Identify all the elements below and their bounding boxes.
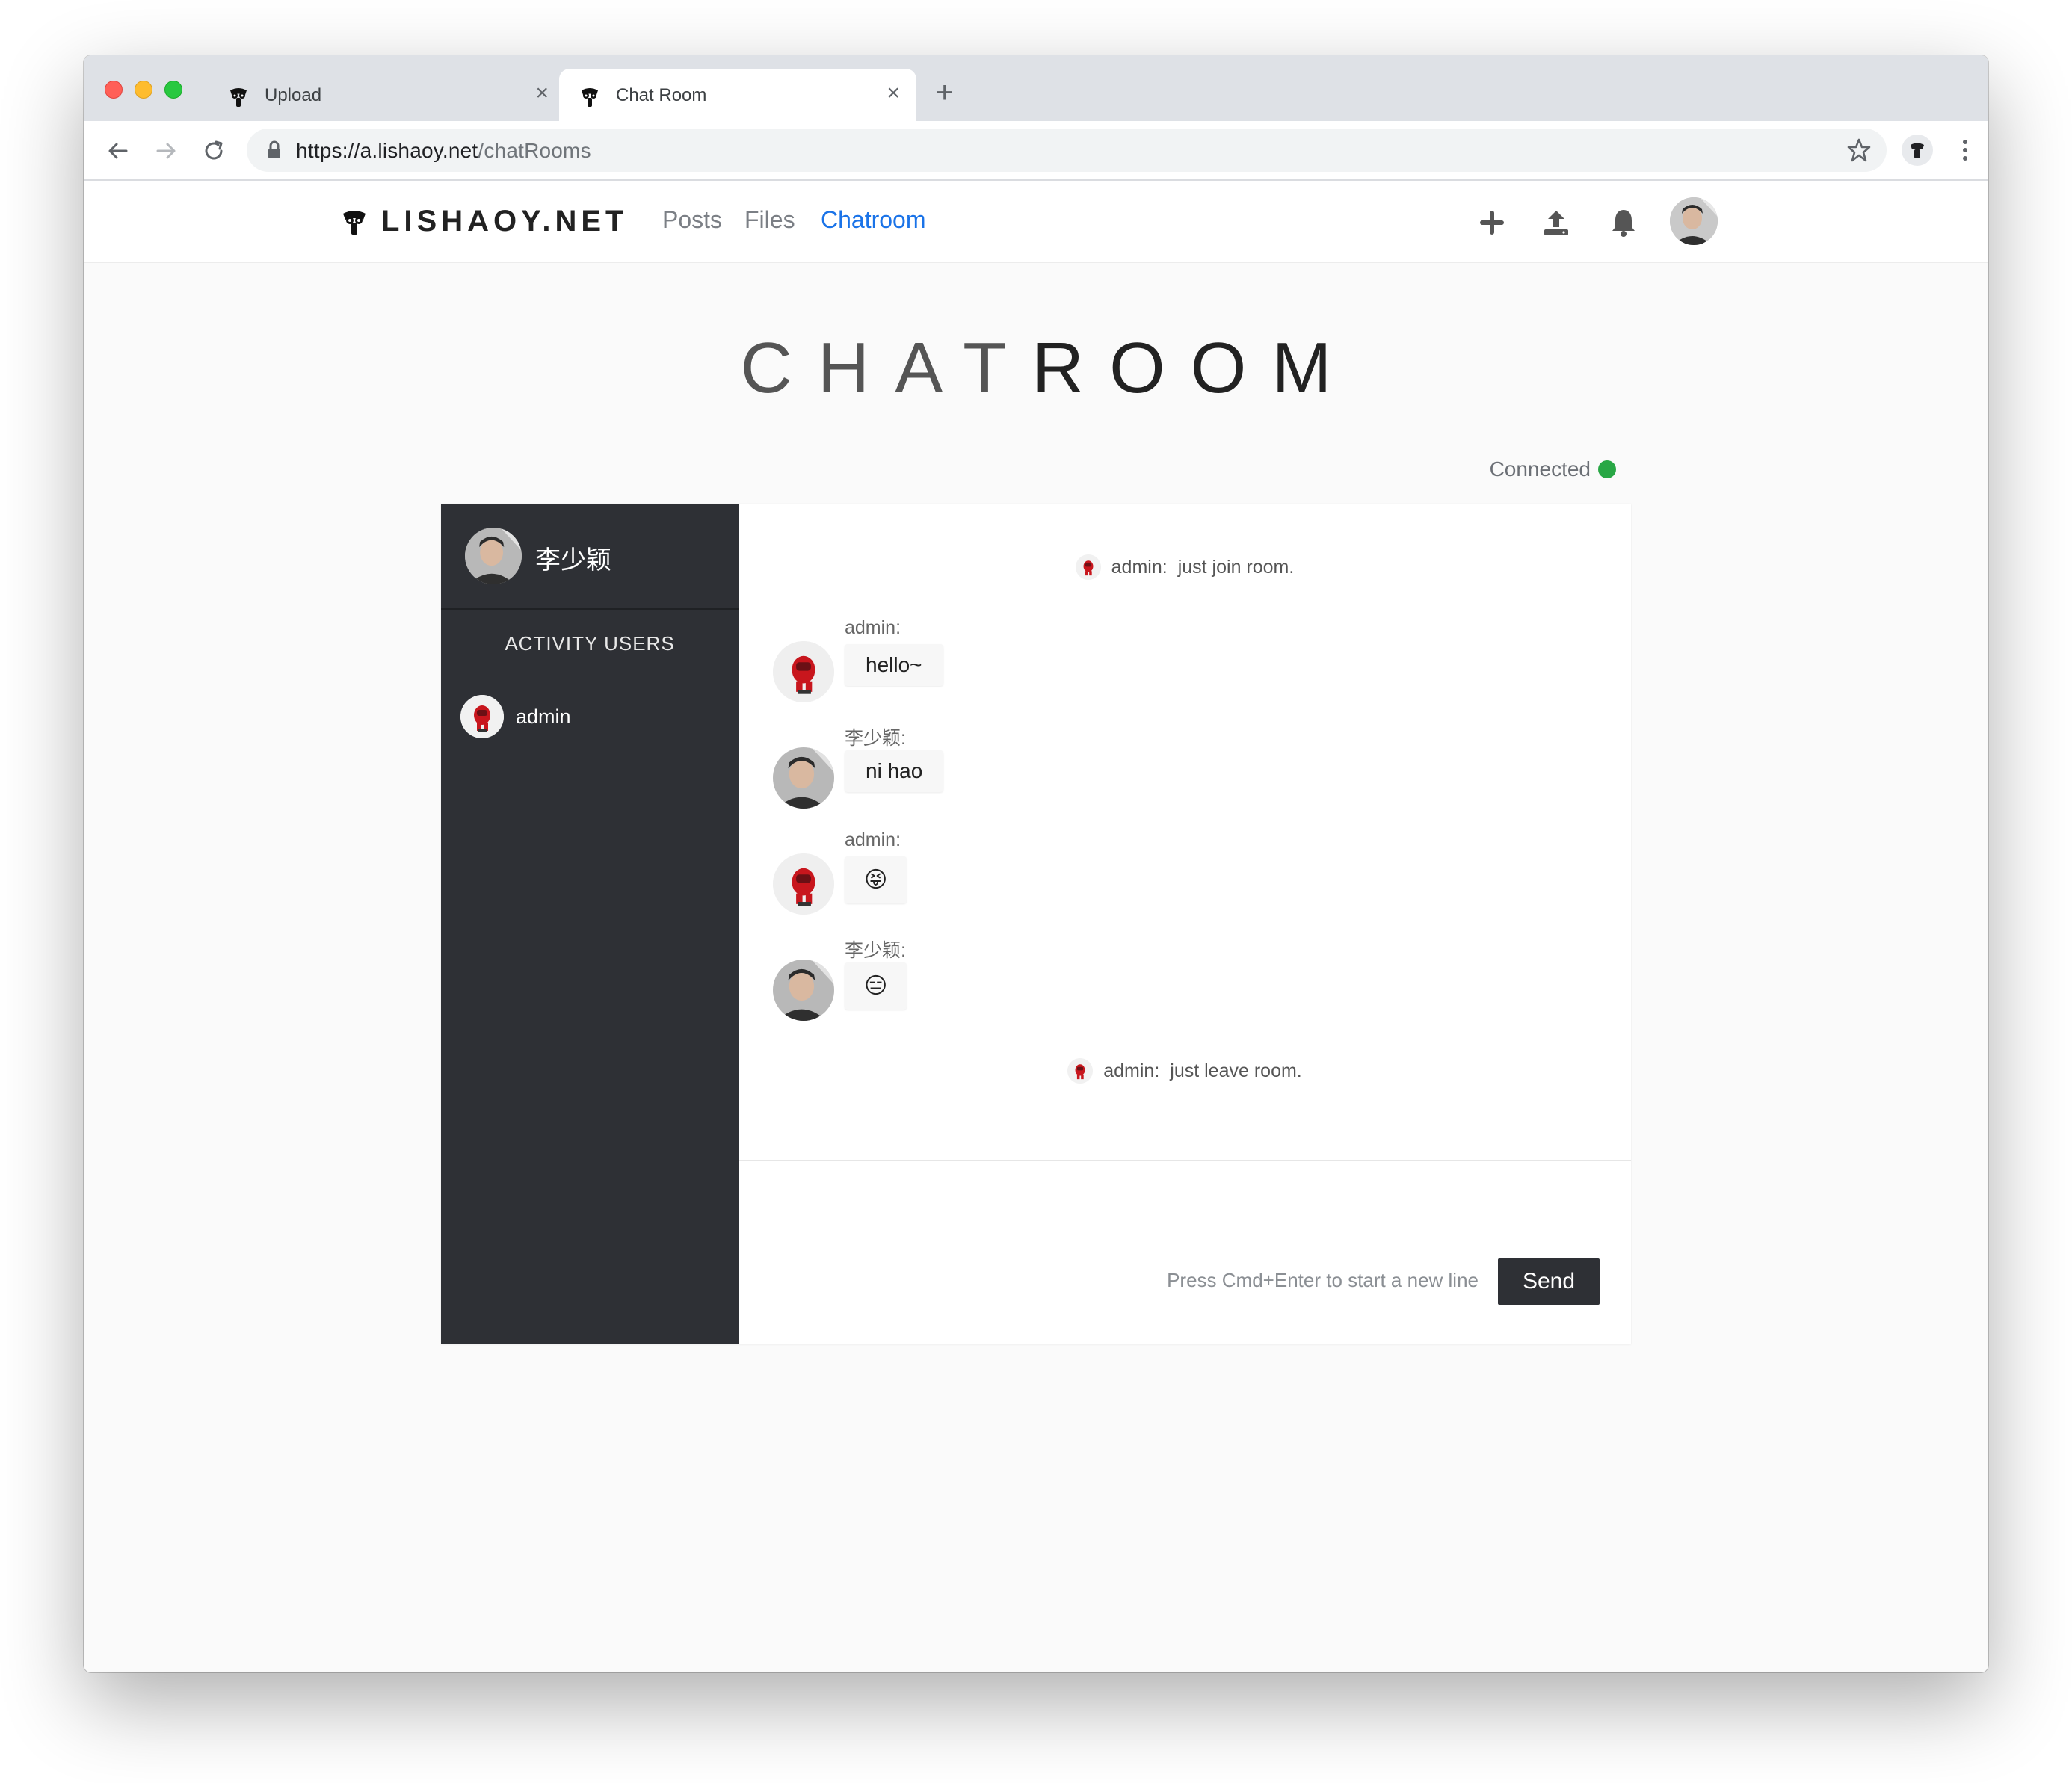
message-sender: 李少颖: <box>845 940 906 961</box>
brand-name[interactable]: LISHAOY.NET <box>381 205 628 238</box>
user-name: admin <box>516 705 571 728</box>
site-logo-icon <box>230 88 247 107</box>
system-message: admin: just leave room. <box>739 1058 1631 1084</box>
maximize-window-button[interactable] <box>164 81 182 99</box>
site-logo-icon <box>582 88 598 107</box>
sidebar: 李少颖 ACTIVITY USERS admin <box>441 504 739 1344</box>
browser-window: Upload × Chat Room × + https://a.lishaoy… <box>84 55 1988 1672</box>
bookmark-star-icon[interactable] <box>1846 137 1872 163</box>
avatar <box>773 641 834 702</box>
composer-hint: Press Cmd+Enter to start a new line <box>1167 1269 1479 1291</box>
message-bubble: hello~ <box>845 644 943 686</box>
arrow-left-icon <box>108 143 128 159</box>
message-sender: 李少颖: <box>845 728 906 749</box>
nav-chatroom[interactable]: Chatroom <box>821 206 926 234</box>
nav-posts[interactable]: Posts <box>662 206 722 234</box>
message-composer: Press Cmd+Enter to start a new line Send <box>739 1163 1631 1344</box>
upload-icon[interactable] <box>1540 206 1573 239</box>
browser-toolbar: https://a.lishaoy.net/chatRooms <box>84 121 1988 181</box>
message-sender: admin: <box>845 617 901 638</box>
send-button[interactable]: Send <box>1498 1258 1600 1305</box>
avatar <box>1067 1058 1094 1084</box>
site-logo-icon[interactable] <box>341 208 368 236</box>
add-icon[interactable] <box>1476 206 1508 239</box>
browser-menu-icon[interactable] <box>1954 135 1976 166</box>
avatar <box>1075 554 1101 580</box>
list-item[interactable]: admin <box>460 695 722 738</box>
message-bubble: ni hao <box>845 750 944 792</box>
chat-message: 李少颖: ni hao <box>773 723 1296 821</box>
current-user: 李少颖 <box>441 504 739 610</box>
url-text: https://a.lishaoy.net/chatRooms <box>296 139 591 162</box>
message-sender: admin: <box>845 829 901 850</box>
address-bar[interactable]: https://a.lishaoy.net/chatRooms <box>247 129 1887 172</box>
tab-chat-room[interactable]: Chat Room × <box>559 69 916 121</box>
profile-extension-icon[interactable] <box>1902 135 1933 166</box>
user-avatar[interactable] <box>1670 197 1718 245</box>
nav-files[interactable]: Files <box>744 206 795 234</box>
reload-button[interactable] <box>199 136 229 166</box>
close-tab-icon[interactable]: × <box>887 82 900 105</box>
avatar <box>773 853 834 915</box>
arrow-right-icon <box>156 143 176 159</box>
tab-strip: Upload × Chat Room × + <box>84 55 1988 121</box>
tab-upload[interactable]: Upload × <box>208 69 567 121</box>
avatar <box>773 747 834 809</box>
close-window-button[interactable] <box>105 81 123 99</box>
status-dot-icon <box>1598 460 1616 478</box>
avatar <box>465 528 522 584</box>
close-tab-icon[interactable]: × <box>535 82 549 105</box>
connection-status: Connected <box>1490 457 1616 481</box>
page-title: CHATROOM <box>740 328 1357 408</box>
back-button[interactable] <box>103 136 133 166</box>
chat-message: 李少颖: 😑 <box>773 936 1296 1033</box>
avatar <box>773 960 834 1021</box>
lock-icon <box>268 140 280 158</box>
system-message: admin: just join room. <box>739 554 1631 580</box>
forward-button[interactable] <box>151 136 181 166</box>
tab-title: Upload <box>265 85 322 105</box>
tab-title: Chat Room <box>616 85 707 105</box>
activity-users-heading: ACTIVITY USERS <box>505 632 675 655</box>
site-header: LISHAOY.NET Posts Files Chatroom <box>84 181 1988 263</box>
avatar <box>460 695 504 738</box>
minimize-window-button[interactable] <box>135 81 152 99</box>
chat-message: admin: hello~ <box>773 617 1296 714</box>
message-list: admin: just join room. admin: hello~ 李少颖… <box>739 504 1631 1161</box>
chat-message: admin: 😝 <box>773 829 1296 927</box>
message-bubble: 😑 <box>845 962 907 1010</box>
reload-icon <box>205 140 223 160</box>
message-bubble: 😝 <box>845 856 907 903</box>
current-user-name: 李少颖 <box>535 546 611 575</box>
chat-panel: 李少颖 ACTIVITY USERS admin admin: just joi… <box>441 504 1631 1344</box>
new-tab-button[interactable]: + <box>936 78 953 108</box>
bell-icon[interactable] <box>1607 206 1640 239</box>
